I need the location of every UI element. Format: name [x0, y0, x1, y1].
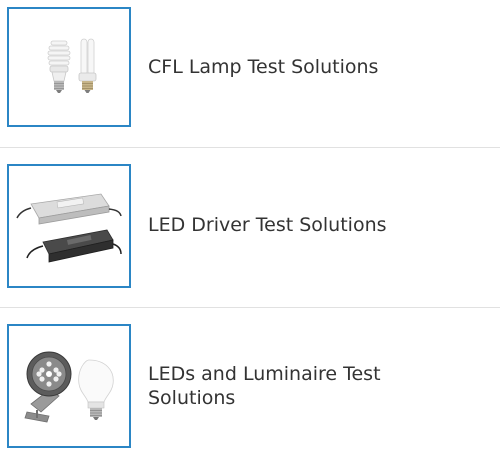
- item-label[interactable]: CFL Lamp Test Solutions: [148, 55, 448, 79]
- led-luminaire-graphic: [24, 351, 114, 423]
- floodlight: [24, 351, 72, 423]
- list-item-led-luminaire[interactable]: LEDs and Luminaire Test Solutions: [0, 308, 500, 452]
- silver-led-driver: [16, 193, 122, 225]
- black-led-driver: [26, 229, 122, 263]
- led-bulb: [78, 359, 114, 420]
- led-luminaire-image[interactable]: [7, 324, 131, 448]
- item-label[interactable]: LEDs and Luminaire Test Solutions: [148, 362, 448, 410]
- solutions-list: CFL Lamp Test Solutions LED Driver Test …: [0, 0, 500, 452]
- list-item-cfl-lamp[interactable]: CFL Lamp Test Solutions: [0, 0, 500, 148]
- led-driver-image[interactable]: [7, 164, 131, 288]
- led-driver-graphic: [16, 193, 122, 263]
- item-label[interactable]: LED Driver Test Solutions: [148, 213, 448, 237]
- cfl-lamps-graphic: [47, 38, 97, 93]
- list-item-led-driver[interactable]: LED Driver Test Solutions: [0, 148, 500, 308]
- spiral-cfl-bulb: [47, 40, 71, 93]
- cfl-lamps-image[interactable]: [7, 7, 131, 127]
- stick-cfl-bulb: [78, 38, 97, 93]
